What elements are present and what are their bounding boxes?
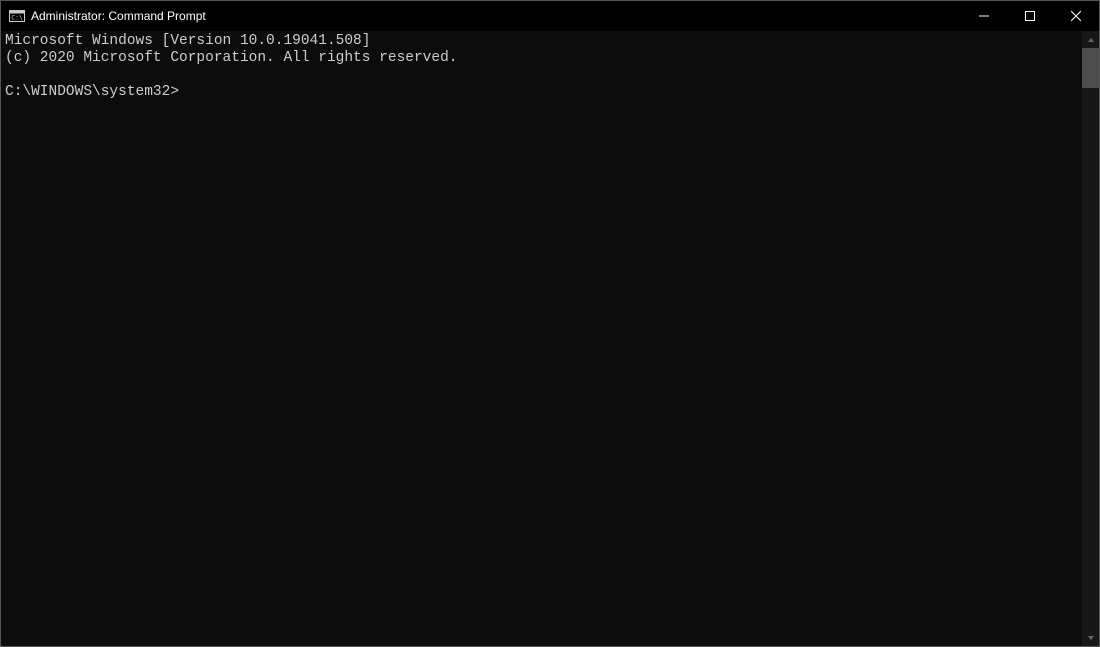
maximize-button[interactable] — [1007, 1, 1053, 31]
scroll-down-arrow-icon[interactable] — [1082, 629, 1099, 646]
scroll-track[interactable] — [1082, 48, 1099, 629]
cursor[interactable] — [179, 84, 187, 100]
titlebar[interactable]: C:\ Administrator: Command Prompt — [1, 1, 1099, 31]
svg-text:C:\: C:\ — [11, 14, 23, 22]
close-button[interactable] — [1053, 1, 1099, 31]
window-title: Administrator: Command Prompt — [31, 9, 206, 23]
scroll-thumb[interactable] — [1082, 48, 1099, 88]
terminal-output[interactable]: Microsoft Windows [Version 10.0.19041.50… — [1, 31, 1082, 646]
scroll-up-arrow-icon[interactable] — [1082, 31, 1099, 48]
cmd-icon: C:\ — [9, 8, 25, 24]
window-controls — [961, 1, 1099, 31]
vertical-scrollbar[interactable] — [1082, 31, 1099, 646]
prompt: C:\WINDOWS\system32> — [5, 84, 179, 100]
version-line: Microsoft Windows [Version 10.0.19041.50… — [5, 33, 370, 49]
content-area: Microsoft Windows [Version 10.0.19041.50… — [1, 31, 1099, 646]
command-prompt-window: C:\ Administrator: Command Prompt Micros… — [0, 0, 1100, 647]
minimize-button[interactable] — [961, 1, 1007, 31]
copyright-line: (c) 2020 Microsoft Corporation. All righ… — [5, 50, 457, 66]
